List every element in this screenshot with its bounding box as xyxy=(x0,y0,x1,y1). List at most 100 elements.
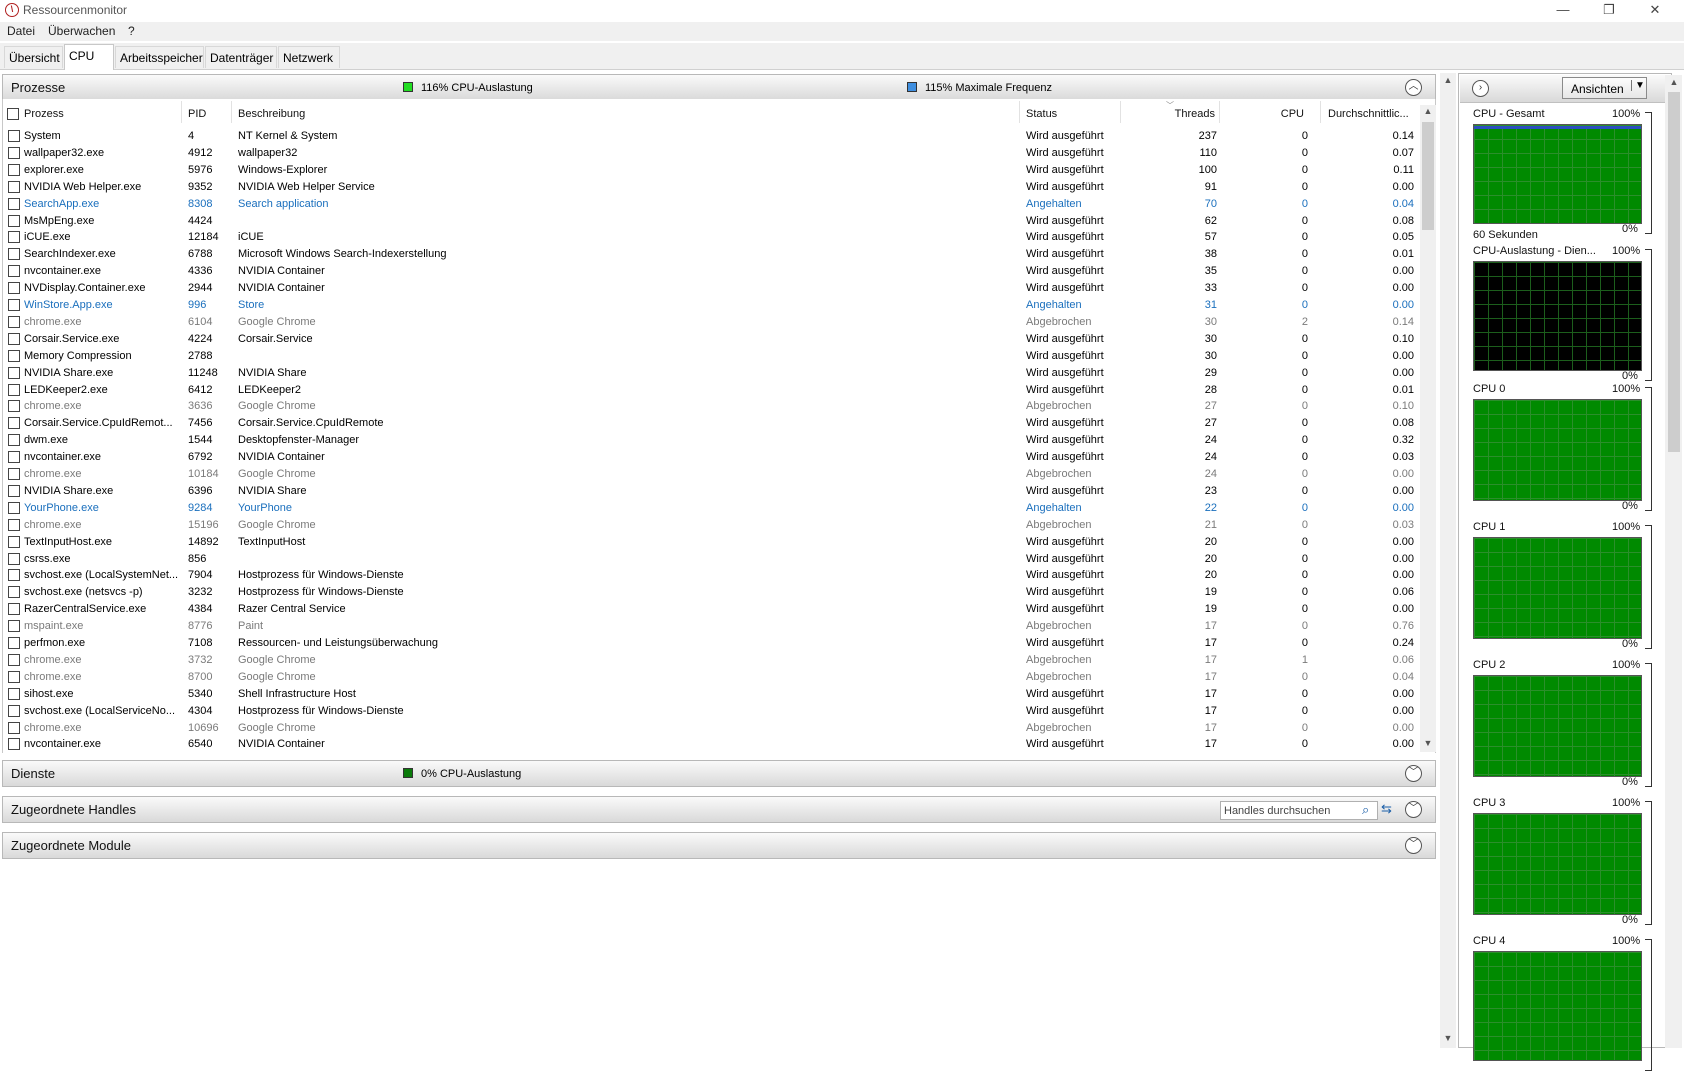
cpu-graph[interactable] xyxy=(1473,124,1642,224)
row-checkbox[interactable] xyxy=(8,721,20,734)
table-row[interactable]: chrome.exe 10184 Google Chrome Abgebrochen 2… xyxy=(2,466,1422,483)
services-header[interactable]: Dienste xyxy=(2,760,1436,787)
row-checkbox[interactable] xyxy=(8,231,20,244)
toggle-panel-icon[interactable]: › xyxy=(1472,80,1489,97)
table-row[interactable]: NVIDIA Web Helper.exe 9352 NVIDIA Web Help… xyxy=(2,179,1422,196)
col-header-process[interactable]: Prozess xyxy=(24,108,64,120)
table-row[interactable]: perfmon.exe 7108 Ressourcen- und Leistungs… xyxy=(2,635,1422,652)
modules-header[interactable]: Zugeordnete Module xyxy=(2,832,1436,859)
search-icon[interactable]: ⌕ xyxy=(1362,802,1369,818)
scroll-up-icon[interactable]: ▲ xyxy=(1420,106,1436,116)
table-row[interactable]: System 4 NT Kernel & System Wird ausgeführt… xyxy=(2,128,1422,145)
table-row[interactable]: nvcontainer.exe 6540 NVIDIA Container Wird … xyxy=(2,736,1422,752)
column-divider[interactable] xyxy=(1320,101,1321,123)
row-checkbox[interactable] xyxy=(8,620,20,633)
table-row[interactable]: LEDKeeper2.exe 6412 LEDKeeper2 Wird ausgefü… xyxy=(2,382,1422,399)
row-checkbox[interactable] xyxy=(8,569,20,582)
table-row[interactable]: Corsair.Service.CpuIdRemot... 7456 Corsair… xyxy=(2,415,1422,432)
table-row[interactable]: Memory Compression 2788 Wird ausgeführt 30 0… xyxy=(2,348,1422,365)
table-row[interactable]: chrome.exe 15196 Google Chrome Abgebrochen 2… xyxy=(2,517,1422,534)
table-row[interactable]: chrome.exe 6104 Google Chrome Abgebrochen 30… xyxy=(2,314,1422,331)
expand-handles-icon[interactable]: ﹀ xyxy=(1405,801,1422,818)
handles-search-box[interactable]: Handles durchsuchen xyxy=(1220,801,1378,820)
table-row[interactable]: svchost.exe (netsvcs -p) 3232 Hostprozess … xyxy=(2,584,1422,601)
cpu-graph[interactable] xyxy=(1473,399,1642,501)
row-checkbox[interactable] xyxy=(8,468,20,480)
table-row[interactable]: chrome.exe 3636 Google Chrome Abgebrochen 27… xyxy=(2,398,1422,415)
menu-datei[interactable]: Datei xyxy=(7,24,35,38)
table-row[interactable]: Corsair.Service.exe 4224 Corsair.Service Wi… xyxy=(2,331,1422,348)
table-row[interactable]: chrome.exe 3732 Google Chrome Abgebrochen 17… xyxy=(2,652,1422,669)
cpu-graph[interactable] xyxy=(1473,261,1642,371)
col-header-status[interactable]: Status xyxy=(1026,108,1057,120)
row-checkbox[interactable] xyxy=(8,586,20,599)
expand-services-icon[interactable]: ﹀ xyxy=(1405,765,1422,782)
col-header-description[interactable]: Beschreibung xyxy=(238,108,305,120)
table-row[interactable]: sihost.exe 5340 Shell Infrastructure Host W… xyxy=(2,686,1422,703)
row-checkbox[interactable] xyxy=(8,434,20,447)
table-row[interactable]: svchost.exe (LocalServiceNo... 4304 Hostpr… xyxy=(2,703,1422,720)
views-button[interactable]: Ansichten ▼ xyxy=(1562,77,1647,99)
maximize-button[interactable]: ❐ xyxy=(1586,0,1632,22)
column-divider[interactable] xyxy=(231,101,232,123)
main-scrollbar[interactable] xyxy=(1440,73,1456,1048)
row-checkbox[interactable] xyxy=(8,282,20,295)
handles-search-input[interactable]: Handles durchsuchen xyxy=(1224,805,1330,817)
cpu-graph[interactable] xyxy=(1473,675,1642,777)
row-checkbox[interactable] xyxy=(8,349,20,362)
row-checkbox[interactable] xyxy=(8,299,20,311)
column-divider[interactable] xyxy=(1019,101,1020,123)
table-row[interactable]: NVIDIA Share.exe 6396 NVIDIA Share Wird aus… xyxy=(2,483,1422,500)
menu-ueberwachen[interactable]: Überwachen xyxy=(48,24,115,38)
row-checkbox[interactable] xyxy=(8,451,20,464)
row-checkbox[interactable] xyxy=(8,146,20,159)
row-checkbox[interactable] xyxy=(8,214,20,227)
row-checkbox[interactable] xyxy=(8,687,20,700)
table-row[interactable]: SearchApp.exe 8308 Search application Angeh… xyxy=(2,196,1422,213)
row-checkbox[interactable] xyxy=(8,704,20,717)
row-checkbox[interactable] xyxy=(8,535,20,548)
collapse-processes-icon[interactable]: ︿ xyxy=(1405,79,1422,96)
table-row[interactable]: nvcontainer.exe 4336 NVIDIA Container Wird … xyxy=(2,263,1422,280)
row-checkbox[interactable] xyxy=(8,603,20,616)
main-scroll-down-icon[interactable]: ▼ xyxy=(1440,1033,1456,1043)
row-checkbox[interactable] xyxy=(8,637,20,649)
cpu-graph[interactable] xyxy=(1473,537,1642,639)
row-checkbox[interactable] xyxy=(8,417,20,430)
row-checkbox[interactable] xyxy=(8,265,20,278)
row-checkbox[interactable] xyxy=(8,738,20,751)
row-checkbox[interactable] xyxy=(8,180,20,193)
select-all-checkbox[interactable] xyxy=(7,108,19,120)
column-divider[interactable] xyxy=(1120,101,1121,123)
process-scroll-thumb[interactable] xyxy=(1422,122,1434,230)
row-checkbox[interactable] xyxy=(8,670,20,683)
table-row[interactable]: chrome.exe 8700 Google Chrome Abgebrochen 17… xyxy=(2,669,1422,686)
row-checkbox[interactable] xyxy=(8,501,20,514)
table-row[interactable]: RazerCentralService.exe 4384 Razer Central… xyxy=(2,601,1422,618)
row-checkbox[interactable] xyxy=(8,197,20,210)
table-row[interactable]: MsMpEng.exe 4424 Wird ausgeführt 62 0 0.08 xyxy=(2,213,1422,230)
tab-arbeitsspeicher[interactable]: Arbeitsspeicher xyxy=(115,46,204,68)
scroll-down-icon[interactable]: ▼ xyxy=(1420,738,1436,748)
row-checkbox[interactable] xyxy=(8,552,20,565)
table-row[interactable]: mspaint.exe 8776 Paint Abgebrochen 17 0 0.76 xyxy=(2,618,1422,635)
column-divider[interactable] xyxy=(181,101,182,123)
menu-help[interactable]: ? xyxy=(128,24,135,38)
expand-modules-icon[interactable]: ﹀ xyxy=(1405,837,1422,854)
cpu-graph[interactable] xyxy=(1473,813,1642,915)
row-checkbox[interactable] xyxy=(8,332,20,345)
row-checkbox[interactable] xyxy=(8,383,20,396)
processes-header[interactable]: Prozesse xyxy=(2,74,1436,101)
main-scroll-up-icon[interactable]: ▲ xyxy=(1440,75,1456,85)
row-checkbox[interactable] xyxy=(8,248,20,261)
graphs-scroll-up-icon[interactable]: ▲ xyxy=(1666,77,1682,87)
cpu-graph[interactable] xyxy=(1473,951,1642,1061)
row-checkbox[interactable] xyxy=(8,653,20,666)
minimize-button[interactable]: — xyxy=(1540,0,1586,22)
refresh-icon[interactable]: ⇆ xyxy=(1381,801,1392,817)
table-row[interactable]: svchost.exe (LocalSystemNet... 7904 Hostpr… xyxy=(2,567,1422,584)
table-row[interactable]: iCUE.exe 12184 iCUE Wird ausgeführt 57 0 0.05 xyxy=(2,229,1422,246)
column-divider[interactable] xyxy=(1219,101,1220,123)
table-row[interactable]: TextInputHost.exe 14892 TextInputHost Wird … xyxy=(2,534,1422,551)
table-row[interactable]: chrome.exe 10696 Google Chrome Abgebrochen 1… xyxy=(2,720,1422,737)
